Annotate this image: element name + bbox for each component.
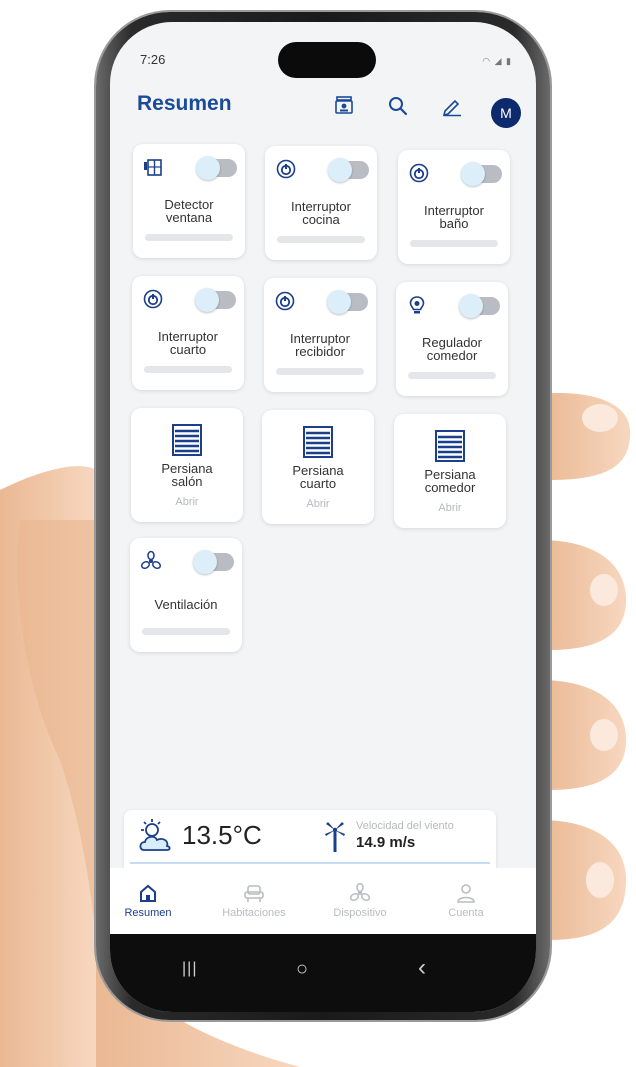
device-name: Persiana comedor	[424, 467, 476, 495]
device-card-persiana-cuarto[interactable]: Persiana cuarto Abrir	[262, 410, 374, 524]
home-button[interactable]: ○	[296, 958, 308, 981]
wind-turbine-icon	[320, 820, 350, 859]
fan-icon	[140, 550, 162, 572]
toggle-switch[interactable]	[328, 158, 369, 182]
nav-label: Dispositivo	[333, 907, 387, 919]
scenes-icon[interactable]	[332, 94, 356, 118]
device-name: Persiana salón	[161, 461, 213, 489]
device-card-interruptor-cuarto[interactable]: Interruptor cuarto	[132, 276, 244, 390]
page-title: Resumen	[137, 92, 232, 115]
status-time: 7:26	[140, 52, 166, 67]
open-blind-button[interactable]: Abrir	[394, 502, 506, 514]
open-blind-button[interactable]: Abrir	[262, 498, 374, 510]
status-bar	[277, 236, 365, 243]
home-icon	[137, 882, 159, 904]
status-icons: ◠ ◢ ▮	[482, 56, 512, 66]
status-bar	[276, 368, 364, 375]
status-bar	[408, 372, 496, 379]
recent-apps-button[interactable]: |||	[182, 960, 197, 978]
toggle-switch[interactable]	[195, 288, 236, 312]
bottom-nav: Resumen Habitaciones Dispositivo Cuenta	[110, 868, 536, 934]
device-name: Persiana cuarto	[292, 463, 344, 491]
avatar[interactable]: M	[491, 98, 521, 128]
device-name: Regulador comedor	[422, 335, 482, 363]
status-bar	[142, 628, 230, 635]
partly-cloudy-icon	[136, 818, 176, 859]
temperature-value: 13.5°C	[182, 820, 262, 850]
device-name: Interruptor cuarto	[158, 329, 218, 357]
device-name: Interruptor baño	[424, 203, 484, 231]
device-card-ventilacion[interactable]: Ventilación	[130, 538, 242, 652]
open-blind-button[interactable]: Abrir	[131, 496, 243, 508]
device-card-persiana-salon[interactable]: Persiana salón Abrir	[131, 408, 243, 522]
device-card-regulador-comedor[interactable]: Regulador comedor	[396, 282, 508, 396]
nav-item-dispositivo[interactable]: Dispositivo	[310, 882, 410, 919]
window-sensor-icon	[143, 156, 165, 178]
nav-item-resumen[interactable]: Resumen	[110, 882, 198, 919]
power-icon	[274, 290, 296, 312]
divider	[130, 862, 490, 864]
system-navigation-bar: ||| ○ ‹	[110, 934, 536, 1012]
device-card-interruptor-bano[interactable]: Interruptor baño	[398, 150, 510, 264]
toggle-switch[interactable]	[193, 550, 234, 574]
device-name: Detector ventana	[164, 197, 214, 225]
device-name: Ventilación	[154, 597, 218, 612]
edit-icon[interactable]	[440, 94, 464, 118]
wind-speed-label: Velocidad del viento	[356, 820, 454, 832]
blind-icon	[300, 424, 336, 460]
status-bar	[145, 234, 233, 241]
wind-speed-value: 14.9 m/s	[356, 834, 416, 851]
phone-screen: 7:26 ◠ ◢ ▮ Resumen M Detector ventana Int…	[110, 22, 536, 1012]
toggle-switch[interactable]	[327, 290, 368, 314]
device-card-interruptor-recibidor[interactable]: Interruptor recibidor	[264, 278, 376, 392]
device-card-interruptor-cocina[interactable]: Interruptor cocina	[265, 146, 377, 260]
camera-notch	[278, 42, 376, 78]
armchair-icon	[243, 882, 265, 904]
device-name: Interruptor recibidor	[290, 331, 350, 359]
search-icon[interactable]	[386, 94, 410, 118]
user-icon	[455, 882, 477, 904]
device-card-persiana-comedor[interactable]: Persiana comedor Abrir	[394, 414, 506, 528]
power-icon	[142, 288, 164, 310]
blind-icon	[432, 428, 468, 464]
device-card-detector-ventana[interactable]: Detector ventana	[133, 144, 245, 258]
toggle-switch[interactable]	[196, 156, 237, 180]
power-icon	[408, 162, 430, 184]
bulb-icon	[406, 294, 428, 316]
nav-item-habitaciones[interactable]: Habitaciones	[204, 882, 304, 919]
fan-icon	[349, 882, 371, 904]
toggle-switch[interactable]	[459, 294, 500, 318]
nav-label: Resumen	[124, 907, 172, 919]
back-button[interactable]: ‹	[418, 954, 426, 982]
blind-icon	[169, 422, 205, 458]
status-bar	[410, 240, 498, 247]
nav-label: Habitaciones	[222, 907, 286, 919]
status-bar	[144, 366, 232, 373]
device-name: Interruptor cocina	[291, 199, 351, 227]
nav-item-cuenta[interactable]: Cuenta	[416, 882, 516, 919]
nav-label: Cuenta	[448, 907, 484, 919]
power-icon	[275, 158, 297, 180]
toggle-switch[interactable]	[461, 162, 502, 186]
